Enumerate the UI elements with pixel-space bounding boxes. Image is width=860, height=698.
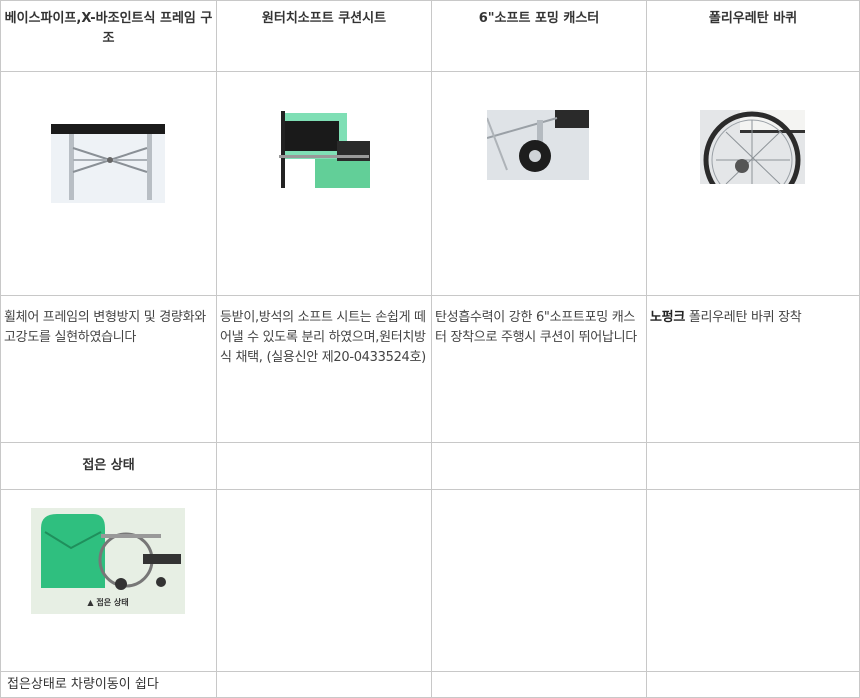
folded-image-label: ▲ 접은 상태 (87, 598, 129, 607)
header-frame-text: 베이스파이프,X-바조인트식 프레임 구조 (4, 11, 213, 46)
folded-wheelchair-photo: ▲ 접은 상태 (31, 508, 185, 614)
folded-caption: 접은상태로 차량이동이 쉽다 (0, 671, 217, 698)
header-wheel: 폴리우레탄 바퀴 (646, 0, 860, 72)
frame-description-text: 휠체어 프레임의 변형방지 및 경량화와 고강도를 실현하였습니다 (4, 310, 206, 345)
folded-caption-text: 접은상태로 차량이동이 쉽다 (7, 677, 159, 692)
description-row: 휠체어 프레임의 변형방지 및 경량화와 고강도를 실현하였습니다 등받이,방석… (0, 295, 860, 443)
cushion-description: 등받이,방석의 소프트 시트는 손쉽게 떼어낼 수 있도록 분리 하였으며,원터… (216, 295, 432, 443)
header-wheel-text: 폴리우레탄 바퀴 (708, 11, 798, 26)
empty-cell (431, 489, 647, 672)
caster-drawing (487, 110, 589, 172)
empty-cell (431, 671, 647, 698)
header-cushion: 원터치소프트 쿠션시트 (216, 0, 432, 72)
header-caster: 6"소프트 포밍 캐스터 (431, 0, 647, 72)
header-cushion-text: 원터치소프트 쿠션시트 (261, 11, 387, 26)
caster-photo (487, 110, 589, 180)
folded-image-row: ▲ 접은 상태 (0, 489, 860, 672)
cushion-description-text: 등받이,방석의 소프트 시트는 손쉽게 떼어낼 수 있도록 분리 하였으며,원터… (220, 310, 426, 365)
frame-image-cell (0, 71, 217, 296)
folded-header-text: 접은 상태 (82, 458, 135, 473)
folded-header: 접은 상태 (0, 442, 217, 490)
empty-cell (216, 489, 432, 672)
empty-cell (216, 671, 432, 698)
wheel-description-bold: 노펑크 (650, 310, 685, 325)
caster-description: 탄성흡수력이 강한 6"소프트포밍 캐스터 장착으로 주행시 쿠션이 뛰어납니다 (431, 295, 647, 443)
empty-cell (646, 489, 860, 672)
cushion-seat-drawing (279, 111, 370, 188)
frame-description: 휠체어 프레임의 변형방지 및 경량화와 고강도를 실현하였습니다 (0, 295, 217, 443)
folded-image-cell: ▲ 접은 상태 (0, 489, 217, 672)
x-bar-frame-drawing (51, 124, 165, 200)
empty-cell (646, 442, 860, 490)
image-row (0, 71, 860, 296)
header-row: 베이스파이프,X-바조인트식 프레임 구조 원터치소프트 쿠션시트 6"소프트 … (0, 0, 860, 72)
caster-description-text: 탄성흡수력이 강한 6"소프트포밍 캐스터 장착으로 주행시 쿠션이 뛰어납니다 (435, 310, 637, 345)
wheel-image-cell (646, 71, 860, 296)
wheel-drawing (703, 110, 805, 184)
x-bar-frame-photo (51, 124, 165, 203)
wheel-description: 노펑크 폴리우레탄 바퀴 장착 (646, 295, 860, 443)
empty-cell (646, 671, 860, 698)
empty-cell (216, 442, 432, 490)
folded-caption-row: 접은상태로 차량이동이 쉽다 (0, 671, 860, 698)
folded-header-row: 접은 상태 (0, 442, 860, 490)
spec-table: 베이스파이프,X-바조인트식 프레임 구조 원터치소프트 쿠션시트 6"소프트 … (0, 0, 860, 698)
header-caster-text: 6"소프트 포밍 캐스터 (478, 11, 600, 26)
empty-cell (431, 442, 647, 490)
cushion-image-cell (216, 71, 432, 296)
caster-image-cell (431, 71, 647, 296)
cushion-seat-photo (275, 111, 370, 188)
wheel-photo (700, 110, 805, 184)
wheel-description-text: 폴리우레탄 바퀴 장착 (684, 310, 802, 325)
header-frame: 베이스파이프,X-바조인트식 프레임 구조 (0, 0, 217, 72)
